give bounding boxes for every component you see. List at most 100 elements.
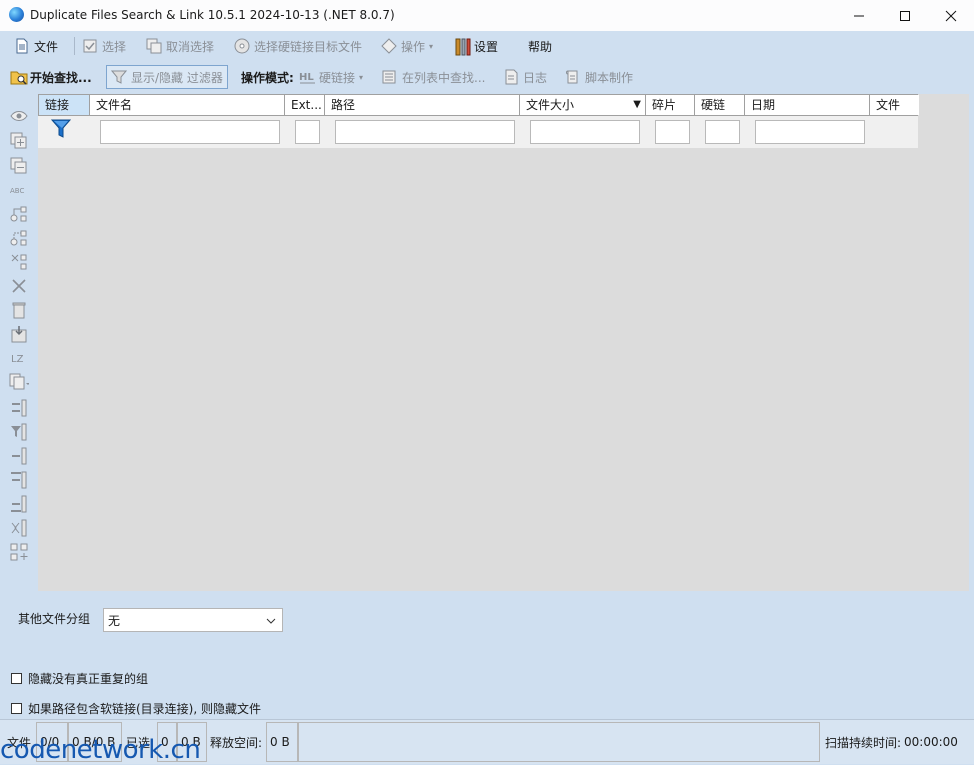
results-grid[interactable] bbox=[38, 94, 970, 591]
column-rows-icon[interactable] bbox=[9, 446, 29, 466]
document-icon bbox=[14, 38, 30, 54]
grid-add-icon[interactable] bbox=[9, 542, 29, 562]
recycle-bin-icon[interactable] bbox=[9, 300, 29, 320]
menu-file[interactable]: 文件 bbox=[14, 34, 58, 58]
minimize-icon bbox=[854, 15, 864, 16]
menu-deselect[interactable]: 取消选择 bbox=[146, 34, 214, 58]
status-scan-time-value: 00:00:00 bbox=[904, 735, 958, 749]
script-button[interactable]: 脚本制作 bbox=[565, 65, 633, 89]
show-hide-filter-label: 显示/隐藏 过滤器 bbox=[131, 70, 223, 85]
filter-filesize-input[interactable] bbox=[530, 120, 640, 144]
filter-path-input[interactable] bbox=[335, 120, 515, 144]
filter-hardlinks-input[interactable] bbox=[705, 120, 740, 144]
window-title: Duplicate Files Search & Link 10.5.1 202… bbox=[30, 8, 395, 22]
menu-operation-label: 操作 bbox=[401, 39, 426, 54]
copy-dropdown-icon[interactable] bbox=[9, 372, 29, 392]
filter-date-input[interactable] bbox=[755, 120, 865, 144]
script-label: 脚本制作 bbox=[585, 70, 634, 85]
hide-non-dup-groups-option[interactable]: 隐藏没有真正重复的组 bbox=[11, 670, 148, 687]
diamond-icon bbox=[381, 38, 397, 54]
menu-help-label: 帮助 bbox=[528, 39, 553, 54]
menu-select-hardlink-target[interactable]: 选择硬链接目标文件 bbox=[234, 34, 362, 58]
copy-box-icon bbox=[146, 38, 162, 54]
left-toolbar: ABC LZ bbox=[4, 96, 32, 566]
status-free-label: 释放空间: bbox=[210, 735, 263, 750]
toolbar: 开始查找... 显示/隐藏 过滤器 操作模式: HL 硬链接 ▾ 在列表中查找.… bbox=[0, 62, 974, 92]
log-icon bbox=[503, 69, 519, 85]
column-header-path[interactable]: 路径 bbox=[325, 95, 520, 115]
filter-ext-input[interactable] bbox=[295, 120, 320, 144]
column-filter-icon[interactable] bbox=[9, 422, 29, 442]
status-progress-area bbox=[298, 722, 820, 762]
remove-copy-icon[interactable] bbox=[9, 156, 29, 176]
log-button[interactable]: 日志 bbox=[503, 65, 547, 89]
filter-icon bbox=[111, 69, 127, 85]
add-copy-icon[interactable] bbox=[9, 131, 29, 151]
column-header-fragments[interactable]: 碎片 bbox=[646, 95, 695, 115]
column-top-icon[interactable] bbox=[9, 470, 29, 490]
app-icon bbox=[9, 7, 24, 22]
hardlink-label: 硬链接 bbox=[319, 70, 356, 85]
hide-symlink-paths-checkbox[interactable] bbox=[11, 703, 22, 714]
menu-settings-label: 设置 bbox=[474, 39, 499, 54]
menu-help[interactable]: 帮助 bbox=[528, 34, 552, 58]
start-search-button[interactable]: 开始查找... bbox=[10, 65, 92, 89]
maximize-icon bbox=[900, 10, 910, 21]
lz-compress-icon[interactable]: LZ bbox=[9, 348, 29, 368]
tree-invert-icon[interactable] bbox=[9, 252, 29, 272]
filter-filename-input[interactable] bbox=[100, 120, 280, 144]
menu-select[interactable]: 选择 bbox=[82, 34, 126, 58]
hide-symlink-paths-label: 如果路径包含软链接(目录连接), 则隐藏文件 bbox=[28, 702, 261, 716]
folder-search-icon bbox=[10, 69, 28, 85]
column-list-icon[interactable] bbox=[9, 398, 29, 418]
hide-non-dup-groups-label: 隐藏没有真正重复的组 bbox=[28, 672, 149, 686]
operation-mode-label: 操作模式: bbox=[241, 65, 294, 89]
maximize-button[interactable] bbox=[882, 0, 928, 31]
hide-non-dup-groups-checkbox[interactable] bbox=[11, 673, 22, 684]
column-header-filename[interactable]: 文件名 bbox=[90, 95, 285, 115]
tree-deselect-icon[interactable] bbox=[9, 228, 29, 248]
column-header-hardlinks[interactable]: 硬链 bbox=[695, 95, 745, 115]
column-header-link[interactable]: 链接 bbox=[39, 95, 90, 115]
menu-operation[interactable]: 操作 ▾ bbox=[381, 34, 433, 58]
menu-settings[interactable]: 设置 bbox=[454, 34, 498, 58]
other-group-value: 无 bbox=[108, 613, 121, 628]
tree-select-icon[interactable] bbox=[9, 204, 29, 224]
menu-file-label: 文件 bbox=[34, 39, 59, 54]
minimize-button[interactable] bbox=[836, 0, 882, 31]
filter-fragments-input[interactable] bbox=[655, 120, 690, 144]
other-group-select[interactable]: 无 bbox=[103, 608, 283, 632]
checkbox-icon bbox=[82, 38, 98, 54]
delete-x-icon[interactable] bbox=[9, 276, 29, 296]
find-in-list-button[interactable]: 在列表中查找... bbox=[382, 65, 485, 89]
column-sort-icon[interactable] bbox=[9, 518, 29, 538]
hardlink-icon: HL bbox=[299, 69, 315, 85]
svg-text:ABC: ABC bbox=[10, 187, 24, 195]
menu-select-hardlink-target-label: 选择硬链接目标文件 bbox=[254, 39, 363, 54]
view-eye-icon[interactable] bbox=[9, 106, 29, 126]
watermark: codenetwork.cn bbox=[0, 735, 201, 765]
column-header-filesize-label: 文件大小 bbox=[526, 98, 575, 112]
status-scan-time-label: 扫描持续时间: bbox=[825, 735, 902, 750]
dropdown-arrow-icon: ▾ bbox=[429, 41, 434, 51]
filter-funnel-icon[interactable] bbox=[50, 118, 72, 143]
tools-icon bbox=[454, 38, 471, 56]
hardlink-mode-dropdown[interactable]: HL 硬链接 ▾ bbox=[299, 65, 363, 89]
show-hide-filter-button[interactable]: 显示/隐藏 过滤器 bbox=[106, 65, 228, 89]
column-bottom-icon[interactable] bbox=[9, 494, 29, 514]
grid-right-edge bbox=[969, 94, 971, 591]
hide-symlink-paths-option[interactable]: 如果路径包含软链接(目录连接), 则隐藏文件 bbox=[11, 700, 261, 717]
list-search-icon bbox=[382, 69, 398, 85]
disc-icon bbox=[234, 38, 250, 54]
column-header-date[interactable]: 日期 bbox=[745, 95, 870, 115]
rename-icon[interactable]: ABC bbox=[9, 180, 29, 200]
svg-text:LZ: LZ bbox=[11, 354, 24, 364]
move-to-icon[interactable] bbox=[9, 324, 29, 344]
column-header-filesize[interactable]: 文件大小 ▼ bbox=[520, 95, 646, 115]
close-button[interactable] bbox=[928, 0, 974, 31]
column-header-file[interactable]: 文件 bbox=[870, 95, 919, 115]
menu-bar: 文件 选择 取消选择 选择硬链接目标文件 操作 ▾ 设置 帮助 bbox=[0, 31, 974, 61]
log-label: 日志 bbox=[523, 70, 548, 85]
menu-deselect-label: 取消选择 bbox=[166, 39, 215, 54]
column-header-ext[interactable]: Ext... bbox=[285, 95, 325, 115]
